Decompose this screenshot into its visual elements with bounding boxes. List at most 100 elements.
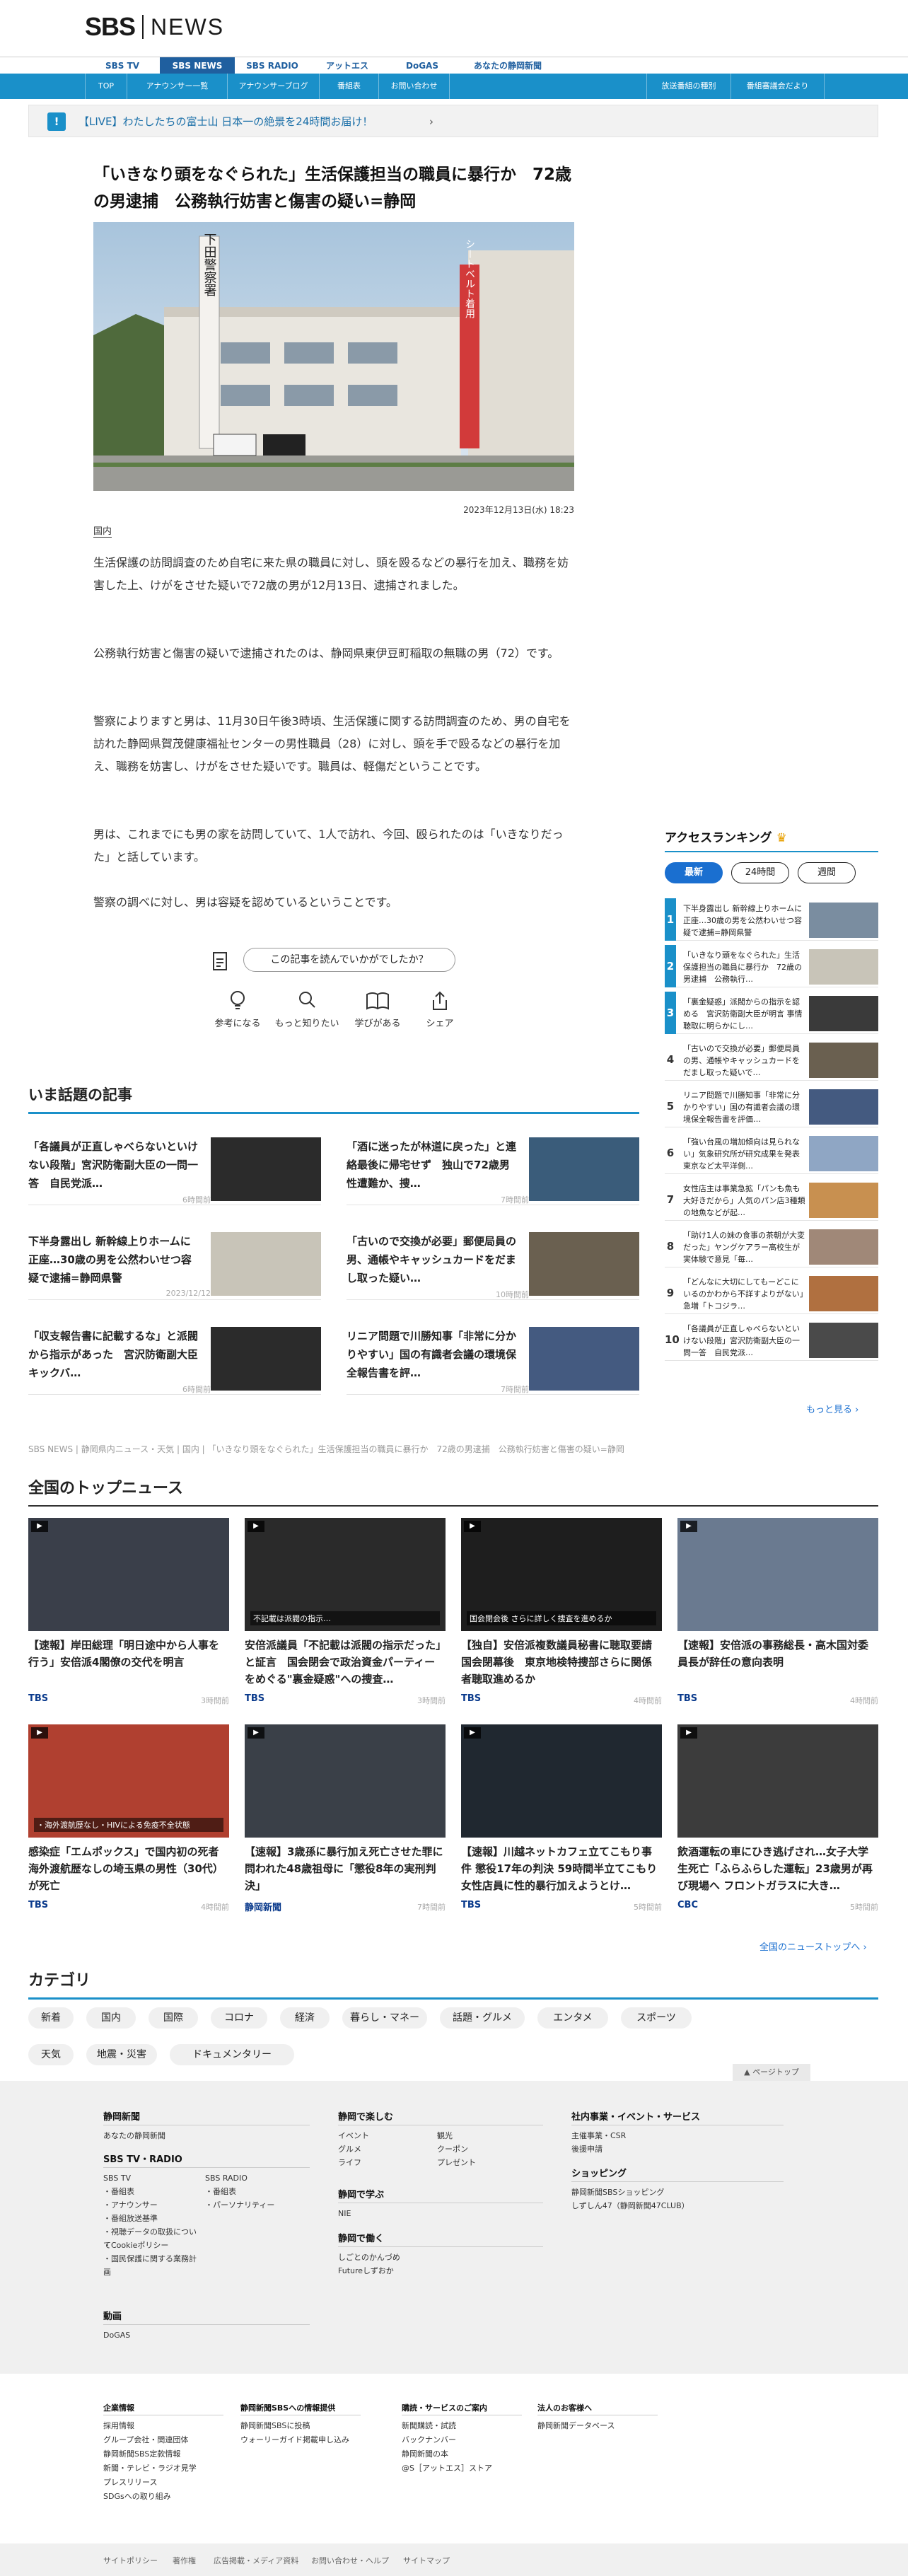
service-nav-sbs-radio[interactable]: SBS RADIO [235, 57, 310, 74]
ranking-item[interactable]: 6 「強い台風の増加傾向は見られない」気象研究所が研究成果を発表 東京など太平洋側… [665, 1132, 878, 1174]
ranking-item[interactable]: 1 下半身露出し 新幹線上りホームに正座…30歳の男を公然わいせつ容疑で逮捕=静岡… [665, 898, 878, 941]
ranking-item[interactable]: 4 「古いので交換が必要」郵便局員の男、通帳やキャッシュカードをだまし取った疑いで… [665, 1038, 878, 1081]
footer-link[interactable]: ウォーリーガイド掲載申し込み [240, 2433, 349, 2447]
footer-link[interactable]: 静岡新聞SBS定款情報 [103, 2447, 180, 2461]
footer-link[interactable]: Futureしずおか [338, 2264, 394, 2278]
footer-link[interactable]: @S［アットエス］ストア [402, 2461, 492, 2475]
footer-link[interactable]: プレスリリース [103, 2476, 157, 2489]
footer-bottom-link[interactable]: 広告掲載・メディア資料 [214, 2555, 298, 2566]
footer-link[interactable]: 静岡新聞SBSに投稿 [240, 2419, 310, 2432]
category-chip[interactable]: 話題・グルメ [440, 2007, 525, 2029]
subnav-program-council[interactable]: 番組審議会だより [731, 74, 825, 99]
national-news-card[interactable]: ▶ 国会閉会後 さらに詳しく捜査を進めるか 【独自】安倍派複数議員秘書に聴取要請 国… [461, 1518, 662, 1709]
footer-link[interactable]: 観光 [437, 2129, 453, 2142]
footer-link[interactable]: 静岡新聞データベース [537, 2419, 615, 2432]
category-chip[interactable]: エンタメ [537, 2007, 608, 2029]
breadcrumb[interactable]: SBS NEWS | 静岡県内ニュース・天気 | 国内 | 「いきなり頭をなぐら… [28, 1443, 806, 1455]
footer-link[interactable]: NIE [338, 2207, 351, 2220]
category-chip[interactable]: スポーツ [621, 2007, 692, 2029]
footer-link[interactable]: ・国民保護に関する業務計画 [103, 2252, 199, 2279]
subnav-announcer-blog[interactable]: アナウンサーブログ [228, 74, 320, 99]
footer-link[interactable]: グルメ [338, 2142, 361, 2156]
ranking-item[interactable]: 5 リニア問題で川勝知事「非常に分かりやすい」国の有識者会議の環境保全報告書を評価… [665, 1085, 878, 1127]
footer-link[interactable]: しごとのかんづめ [338, 2251, 400, 2264]
footer-link[interactable]: プレゼント [437, 2156, 476, 2169]
article-category-link[interactable]: 国内 [93, 523, 112, 538]
category-chip[interactable]: 国際 [149, 2007, 198, 2029]
category-chip[interactable]: 天気 [28, 2044, 74, 2065]
category-chip[interactable]: 地震・災害 [86, 2044, 157, 2065]
trending-item[interactable]: 「各議員が正直しゃべらないといけない段階」宮沢防衛副大臣の一問一答 自民党派… 6… [28, 1137, 321, 1205]
footer-link[interactable]: 静岡新聞の本 [402, 2447, 448, 2461]
ranking-item[interactable]: 3 「裏金疑惑」派閥からの指示を認める 宮沢防衛副大臣が明言 事情聴取に明らかにし… [665, 992, 878, 1034]
reaction-know-more-button[interactable]: もっと知りたい [272, 990, 342, 1029]
subnav-top[interactable]: TOP [85, 74, 127, 99]
category-chip[interactable]: 国内 [86, 2007, 136, 2029]
trending-item[interactable]: 下半身露出し 新幹線上りホームに正座…30歳の男を公然わいせつ容疑で逮捕=静岡県… [28, 1232, 321, 1300]
subnav-contact[interactable]: お問い合わせ [379, 74, 450, 99]
footer-bottom-link[interactable]: お問い合わせ・ヘルプ [311, 2555, 389, 2566]
national-news-card[interactable]: ▶ ・海外渡航歴なし・HIVによる免疫不全状態 感染症「エムポックス」で国内初の死者… [28, 1724, 229, 1915]
trending-item[interactable]: 「収支報告書に記載するな」と派閥から指示があった 宮沢防衛副大臣 キックバ… 6時… [28, 1327, 321, 1395]
service-nav-at-s[interactable]: アットエス [310, 57, 385, 74]
footer-link[interactable]: 新聞・テレビ・ラジオ見学 [103, 2461, 197, 2475]
footer-link[interactable]: 採用情報 [103, 2419, 134, 2432]
footer-link[interactable]: 後援申請 [571, 2142, 603, 2156]
national-news-card[interactable]: ▶ 【速報】安倍派の事務総長・高木国対委員長が辞任の意向表明 TBS 4時間前 [677, 1518, 878, 1709]
breaking-news-banner[interactable]: ! 【LIVE】わたしたちの富士山 日本一の絶景を24時間お届け！ › [28, 105, 878, 137]
ranking-item[interactable]: 2 「いきなり頭をなぐられた」生活保護担当の職員に暴行か 72歳の男逮捕 公務執行… [665, 945, 878, 987]
footer-link[interactable]: 静岡新聞SBSショッピング [571, 2186, 664, 2199]
footer-link[interactable]: バックナンバー [402, 2433, 456, 2447]
national-news-card[interactable]: ▶ 不記載は派閥の指示… 安倍派議員「不記載は派閥の指示だった」と証言 国会閉会で政… [245, 1518, 446, 1709]
ranking-item[interactable]: 8 「助け1人の妹の食事の茶朝が大変だった」ヤングケアラー高校生が実体験で意見「毎… [665, 1225, 878, 1267]
subnav-program-table[interactable]: 番組表 [320, 74, 379, 99]
category-chip[interactable]: ドキュメンタリー [170, 2044, 294, 2065]
service-nav-sbs-tv[interactable]: SBS TV [85, 57, 160, 74]
ranking-item[interactable]: 9 「どんなに大切にしてもーどこにいるのかわから不詳すよりがない」急増「トコジラ… [665, 1272, 878, 1314]
ranking-more-link[interactable]: もっと見る › [806, 1402, 858, 1415]
trending-item[interactable]: 「酒に迷ったが林道に戻った」と連絡最後に帰宅せず 独山で72歳男性遭難か、捜… 7… [347, 1137, 639, 1205]
footer-link[interactable]: 主催事業・CSR [571, 2129, 626, 2142]
subnav-announcers[interactable]: アナウンサー一覧 [127, 74, 228, 99]
footer-link[interactable]: ・アナウンサー [103, 2198, 199, 2212]
footer-link[interactable]: しずしん47（静岡新聞47CLUB） [571, 2199, 689, 2212]
footer-link[interactable]: ・パーソナリティー [205, 2198, 274, 2212]
share-button[interactable]: シェア [404, 990, 475, 1029]
site-logo[interactable]: SBS NEWS [85, 12, 224, 41]
subnav-program-types[interactable]: 放送番組の種別 [646, 74, 731, 99]
footer-link[interactable]: ・Cookieポリシー [103, 2239, 199, 2252]
category-chip[interactable]: コロナ [211, 2007, 267, 2029]
footer-bottom-link[interactable]: 著作権 [173, 2555, 196, 2566]
footer-link[interactable]: クーポン [437, 2142, 468, 2156]
trending-item[interactable]: リニア問題で川勝知事「非常に分かりやすい」国の有識者会議の環境保全報告書を評… 7… [347, 1327, 639, 1395]
national-news-card[interactable]: ▶ 飲酒運転の車にひき逃げされ…女子大学生死亡「ふらふらした運転」23歳男が再び現… [677, 1724, 878, 1915]
ranking-tab-weekly[interactable]: 週間 [798, 862, 856, 883]
footer-link[interactable]: あなたの静岡新聞 [103, 2129, 165, 2142]
reaction-helpful-button[interactable]: 参考になる [202, 990, 273, 1029]
ranking-item[interactable]: 7 女性店主は事業急拡「パンも魚も大好きだから」人気のパン店3種類の地魚などが起… [665, 1178, 878, 1221]
footer-link[interactable]: ・番組放送基準 [103, 2212, 199, 2225]
footer-link[interactable]: SDGsへの取り組み [103, 2490, 171, 2503]
category-chip[interactable]: 経済 [280, 2007, 330, 2029]
footer-link[interactable]: ・番組表 [205, 2185, 236, 2198]
page-top-button[interactable]: ▲ ページトップ [733, 2064, 810, 2081]
footer-link[interactable]: 新聞購読・試読 [402, 2419, 456, 2432]
category-chip[interactable]: 新着 [28, 2007, 74, 2029]
service-nav-sbs-news[interactable]: SBS NEWS [160, 57, 235, 74]
reaction-learning-button[interactable]: 学びがある [342, 990, 413, 1029]
ranking-tab-24h[interactable]: 24時間 [731, 862, 789, 883]
footer-bottom-link[interactable]: サイトポリシー [103, 2555, 158, 2566]
national-news-card[interactable]: ▶ 【速報】岸田総理「明日途中から人事を行う」安倍派4閣僚の交代を明言 TBS 3時間… [28, 1518, 229, 1709]
footer-link[interactable]: ・番組表 [103, 2185, 199, 2198]
footer-link[interactable]: グループ会社・関連団体 [103, 2433, 188, 2447]
service-nav-shizuoka-np[interactable]: あなたの静岡新聞 [460, 57, 556, 74]
footer-bottom-link[interactable]: サイトマップ [403, 2555, 450, 2566]
footer-link[interactable]: イベント [338, 2129, 369, 2142]
category-chip[interactable]: 暮らし・マネー [342, 2007, 427, 2029]
national-news-card[interactable]: ▶ 【速報】3歳孫に暴行加え死亡させた罪に問われた48歳祖母に「懲役8年の実刑判決… [245, 1724, 446, 1915]
ranking-tab-latest[interactable]: 最新 [665, 862, 723, 883]
footer-link[interactable]: ライフ [338, 2156, 361, 2169]
footer-link[interactable]: SBS RADIO [205, 2171, 248, 2185]
service-nav-dogas[interactable]: DoGAS [385, 57, 460, 74]
national-more-link[interactable]: 全国のニューストップへ › [759, 1939, 867, 1953]
